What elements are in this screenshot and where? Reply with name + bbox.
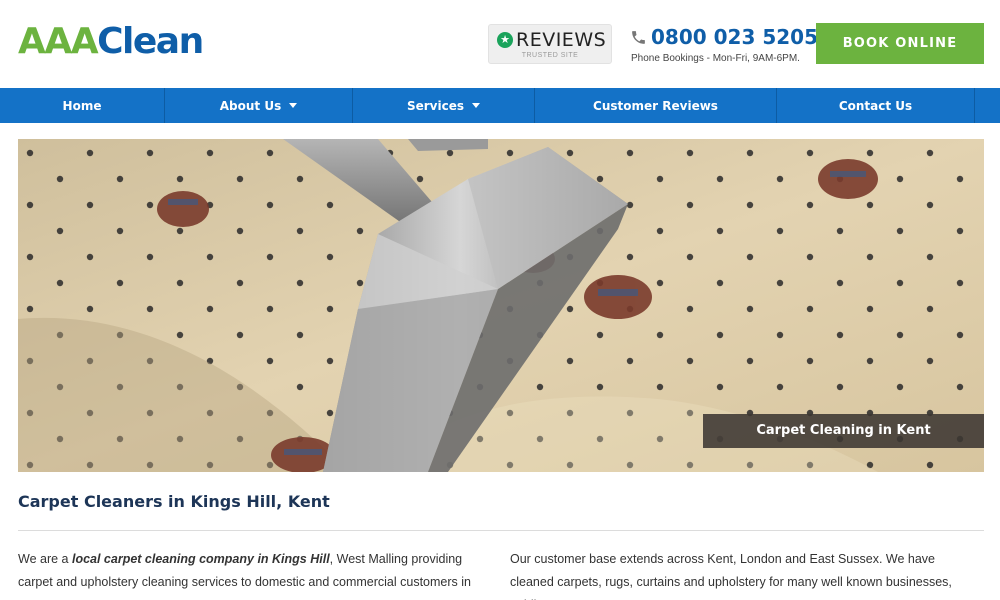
nav-item-home[interactable]: Home (0, 88, 165, 123)
nav-item-services[interactable]: Services (353, 88, 535, 123)
star-icon: ★ (497, 32, 513, 48)
nav-item-label: Home (62, 98, 102, 113)
site-header: AAAClean ★ REVIEWS TRUSTED SITE 0800 023… (0, 0, 1000, 88)
nav-item-about-us[interactable]: About Us (165, 88, 353, 123)
intro-paragraph-right: Our customer base extends across Kent, L… (510, 552, 952, 600)
main-nav: Home About Us Services Customer Reviews … (0, 88, 1000, 123)
intro-text-emphasis: local carpet cleaning company in Kings H… (71, 552, 330, 566)
page-title: Carpet Cleaners in Kings Hill, Kent (18, 492, 330, 511)
logo-clean: Clean (97, 21, 204, 62)
nav-item-label: Services (406, 98, 465, 113)
logo[interactable]: AAAClean (18, 20, 204, 64)
book-online-button[interactable]: BOOK ONLINE (816, 23, 984, 64)
logo-aaa: AAA (18, 21, 99, 62)
intro-paragraph-left: We are a local carpet cleaning company i… (18, 548, 488, 594)
chevron-down-icon (472, 103, 481, 108)
chevron-down-icon (289, 103, 298, 108)
reviews-badge[interactable]: ★ REVIEWS TRUSTED SITE (488, 24, 612, 64)
nav-item-label: Contact Us (838, 98, 913, 113)
reviews-subtitle: TRUSTED SITE (521, 52, 579, 59)
phone-hours: Phone Bookings - Mon-Fri, 9AM-6PM. (631, 53, 800, 64)
hero-caption: Carpet Cleaning in Kent (703, 414, 984, 448)
nav-item-contact-us[interactable]: Contact Us (777, 88, 975, 123)
intro-text-start: We are a (18, 552, 72, 566)
nav-item-customer-reviews[interactable]: Customer Reviews (535, 88, 777, 123)
reviews-label: REVIEWS (516, 29, 607, 51)
phone-number-link[interactable]: 0800 023 5205 (630, 25, 818, 49)
divider (18, 530, 984, 531)
nav-spacer (975, 88, 1000, 123)
phone-number: 0800 023 5205 (651, 25, 819, 49)
nav-item-label: Customer Reviews (593, 98, 718, 113)
phone-icon (632, 30, 645, 44)
nav-item-label: About Us (219, 98, 282, 113)
